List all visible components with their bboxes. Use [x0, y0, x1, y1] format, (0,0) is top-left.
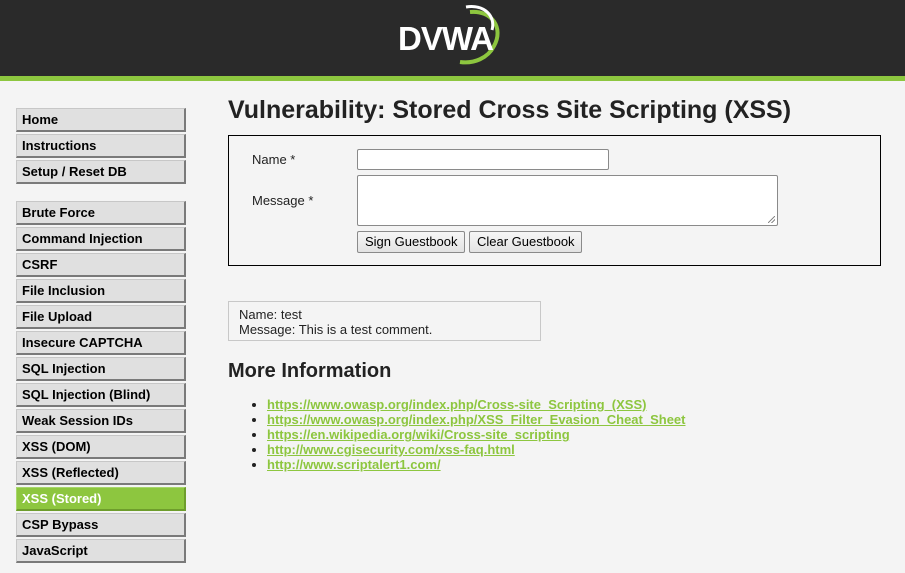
header-bar: DVWA	[0, 0, 905, 81]
link-cgisecurity-faq[interactable]: http://www.cgisecurity.com/xss-faq.html	[267, 442, 515, 457]
sidebar-item-file-upload[interactable]: File Upload	[16, 305, 186, 329]
guestbook-form: Name * Message * Sign Guestbook Clear Gu…	[228, 135, 881, 266]
link-owasp-xss[interactable]: https://www.owasp.org/index.php/Cross-si…	[267, 397, 646, 412]
dvwa-logo[interactable]: DVWA	[396, 4, 506, 68]
link-scriptalert1[interactable]: http://www.scriptalert1.com/	[267, 457, 441, 472]
guestbook-entry: Name: test Message: This is a test comme…	[228, 301, 541, 341]
entry-name: Name: test	[239, 307, 302, 322]
resize-grip-icon[interactable]	[768, 216, 775, 223]
sidebar-item-setup-reset-db[interactable]: Setup / Reset DB	[16, 160, 186, 184]
sidebar-item-csrf[interactable]: CSRF	[16, 253, 186, 277]
sidebar-item-home[interactable]: Home	[16, 108, 186, 132]
sidebar-item-instructions[interactable]: Instructions	[16, 134, 186, 158]
more-info-links: https://www.owasp.org/index.php/Cross-si…	[250, 397, 686, 472]
sidebar-item-sql-injection-blind[interactable]: SQL Injection (Blind)	[16, 383, 186, 407]
name-input[interactable]	[357, 149, 609, 170]
sidebar-item-insecure-captcha[interactable]: Insecure CAPTCHA	[16, 331, 186, 355]
link-wikipedia-xss[interactable]: https://en.wikipedia.org/wiki/Cross-site…	[267, 427, 570, 442]
menu-block-general: Home Instructions Setup / Reset DB	[16, 108, 186, 184]
sidebar-item-weak-session-ids[interactable]: Weak Session IDs	[16, 409, 186, 433]
sidebar-item-xss-reflected[interactable]: XSS (Reflected)	[16, 461, 186, 485]
message-label: Message *	[252, 193, 314, 208]
sidebar-item-file-inclusion[interactable]: File Inclusion	[16, 279, 186, 303]
sidebar-item-csp-bypass[interactable]: CSP Bypass	[16, 513, 186, 537]
name-label: Name *	[252, 152, 296, 167]
sign-guestbook-button[interactable]: Sign Guestbook	[357, 231, 465, 253]
more-information-heading: More Information	[228, 360, 392, 382]
sidebar-item-command-injection[interactable]: Command Injection	[16, 227, 186, 251]
clear-guestbook-button[interactable]: Clear Guestbook	[469, 231, 582, 253]
logo-text: DVWA	[398, 20, 493, 57]
main-content: Vulnerability: Stored Cross Site Scripti…	[228, 92, 883, 472]
list-item: https://www.owasp.org/index.php/Cross-si…	[267, 397, 686, 412]
entry-message: Message: This is a test comment.	[239, 322, 433, 337]
link-owasp-filter-evasion[interactable]: https://www.owasp.org/index.php/XSS_Filt…	[267, 412, 686, 427]
sidebar-item-brute-force[interactable]: Brute Force	[16, 201, 186, 225]
sidebar-item-sql-injection[interactable]: SQL Injection	[16, 357, 186, 381]
message-textarea[interactable]	[357, 175, 778, 226]
page-title: Vulnerability: Stored Cross Site Scripti…	[228, 96, 792, 124]
sidebar-item-xss-dom[interactable]: XSS (DOM)	[16, 435, 186, 459]
list-item: https://en.wikipedia.org/wiki/Cross-site…	[267, 427, 686, 442]
menu-block-vulnerabilities: Brute Force Command Injection CSRF File …	[16, 201, 186, 563]
sidebar-menu: Home Instructions Setup / Reset DB Brute…	[16, 108, 186, 565]
sidebar-item-xss-stored[interactable]: XSS (Stored)	[16, 487, 186, 511]
list-item: http://www.cgisecurity.com/xss-faq.html	[267, 442, 686, 457]
sidebar-item-javascript[interactable]: JavaScript	[16, 539, 186, 563]
list-item: http://www.scriptalert1.com/	[267, 457, 686, 472]
list-item: https://www.owasp.org/index.php/XSS_Filt…	[267, 412, 686, 427]
